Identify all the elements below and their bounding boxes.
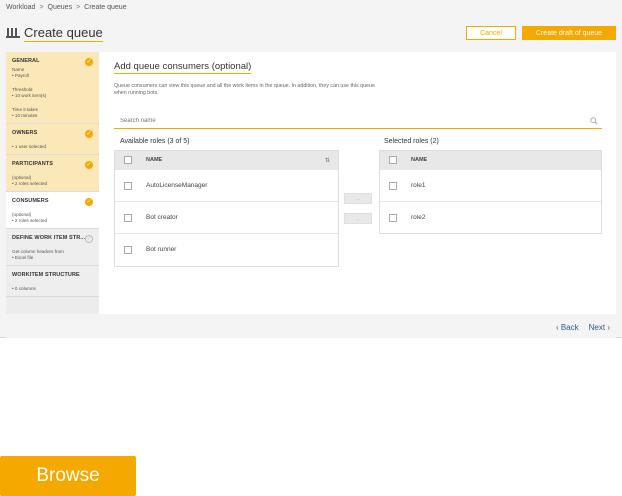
check-icon: ✓ — [85, 235, 93, 243]
check-icon: ✓ — [85, 161, 93, 169]
role-name: Bot creator — [146, 214, 178, 221]
step-title: PARTICIPANTS — [12, 161, 54, 167]
next-label: Next — [588, 322, 606, 332]
selected-roles-label: Selected roles (2) — [384, 138, 439, 145]
step-title: DEFINE WORK ITEM STR... — [12, 235, 86, 241]
sort-icon[interactable]: ⇅ — [325, 157, 330, 164]
breadcrumb-separator: > — [76, 4, 81, 11]
row-checkbox[interactable] — [124, 181, 132, 190]
search-input[interactable] — [114, 118, 590, 124]
step-detail: • 10 work item(s) — [12, 93, 47, 98]
cancel-button[interactable]: Cancel — [466, 26, 516, 40]
breadcrumb-separator: > — [39, 4, 44, 11]
available-roles-table: NAME ⇅ AutoLicenseManager Bot creator Bo… — [114, 150, 339, 267]
table-row[interactable]: role2 — [380, 201, 601, 233]
step-detail: • 0 columns — [12, 286, 36, 291]
row-checkbox[interactable] — [124, 213, 132, 222]
browse-button[interactable]: Browse — [0, 456, 136, 496]
table-row[interactable]: Bot runner — [115, 233, 338, 265]
table-header: NAME — [380, 151, 601, 169]
step-workitem-structure[interactable]: WORKITEM STRUCTURE • 0 columns — [6, 266, 99, 297]
create-draft-button[interactable]: Create draft of queue — [522, 26, 616, 40]
table-header: NAME ⇅ — [115, 151, 338, 169]
check-icon: ✓ — [85, 130, 93, 138]
column-header-name[interactable]: NAME — [146, 157, 162, 163]
step-title: OWNERS — [12, 130, 38, 136]
header-actions: Cancel Create draft of queue — [466, 26, 616, 40]
row-checkbox[interactable] — [389, 181, 397, 190]
table-row[interactable]: Bot creator — [115, 201, 338, 233]
next-button[interactable]: Next › — [589, 323, 610, 332]
step-detail: • 2 roles selected — [12, 181, 48, 186]
wizard-footer: ‹ Back Next › — [6, 316, 616, 338]
role-name: role2 — [411, 214, 426, 221]
page-title: Create queue — [24, 24, 103, 42]
add-selected-button[interactable]: → — [344, 193, 372, 204]
back-label: Back — [560, 322, 579, 332]
step-title: CONSUMERS — [12, 198, 49, 204]
back-button[interactable]: ‹ Back — [556, 323, 579, 332]
breadcrumb-queues[interactable]: Queues — [48, 4, 73, 11]
step-owners[interactable]: OWNERS ✓ • 1 user selected — [6, 124, 99, 155]
queue-icon — [6, 28, 20, 38]
steps-sidebar: GENERAL ✓ Name • Payroll Threshold • 10 … — [6, 52, 99, 314]
step-define-work-item-structure[interactable]: DEFINE WORK ITEM STR... ✓ Get column hea… — [6, 229, 99, 266]
app-window: Workload > Queues > Create queue Create … — [0, 0, 622, 338]
column-header-name[interactable]: NAME — [411, 157, 427, 163]
row-checkbox[interactable] — [389, 213, 397, 222]
breadcrumb: Workload > Queues > Create queue — [6, 4, 127, 11]
role-name: role1 — [411, 182, 426, 189]
breadcrumb-current: Create queue — [84, 4, 127, 11]
check-icon: ✓ — [85, 58, 93, 66]
search-icon[interactable] — [590, 117, 598, 125]
main-content: Add queue consumers (optional) Queue con… — [99, 52, 616, 314]
role-name: Bot runner — [146, 246, 177, 253]
step-title: WORKITEM STRUCTURE — [12, 272, 80, 278]
step-title: GENERAL — [12, 58, 40, 64]
step-detail: • 10 minutes — [12, 113, 38, 118]
breadcrumb-workload[interactable]: Workload — [6, 4, 35, 11]
selected-roles-table: NAME role1 role2 — [379, 150, 602, 234]
check-icon: ✓ — [85, 198, 93, 206]
step-consumers[interactable]: CONSUMERS ✓ (optional) • 2 roles selecte… — [6, 192, 99, 229]
step-detail: • Excel file — [12, 255, 34, 260]
role-name: AutoLicenseManager — [146, 182, 208, 189]
step-participants[interactable]: PARTICIPANTS ✓ (optional) • 2 roles sele… — [6, 155, 99, 192]
step-general[interactable]: GENERAL ✓ Name • Payroll Threshold • 10 … — [6, 52, 99, 124]
page-header: Create queue Cancel Create draft of queu… — [6, 22, 616, 44]
section-description: Queue consumers can view this queue and … — [114, 83, 375, 96]
select-all-checkbox[interactable] — [124, 156, 132, 164]
table-row[interactable]: role1 — [380, 169, 601, 201]
remove-selected-button[interactable]: ← — [344, 213, 372, 224]
select-all-checkbox[interactable] — [389, 156, 397, 164]
available-roles-label: Available roles (3 of 5) — [120, 138, 190, 145]
row-checkbox[interactable] — [124, 245, 132, 254]
step-detail: • 1 user selected — [12, 144, 47, 149]
step-detail: • Payroll — [12, 73, 29, 78]
search-bar — [114, 114, 602, 129]
step-detail: • 2 roles selected — [12, 218, 48, 223]
section-title: Add queue consumers (optional) — [114, 61, 252, 74]
table-row[interactable]: AutoLicenseManager — [115, 169, 338, 201]
